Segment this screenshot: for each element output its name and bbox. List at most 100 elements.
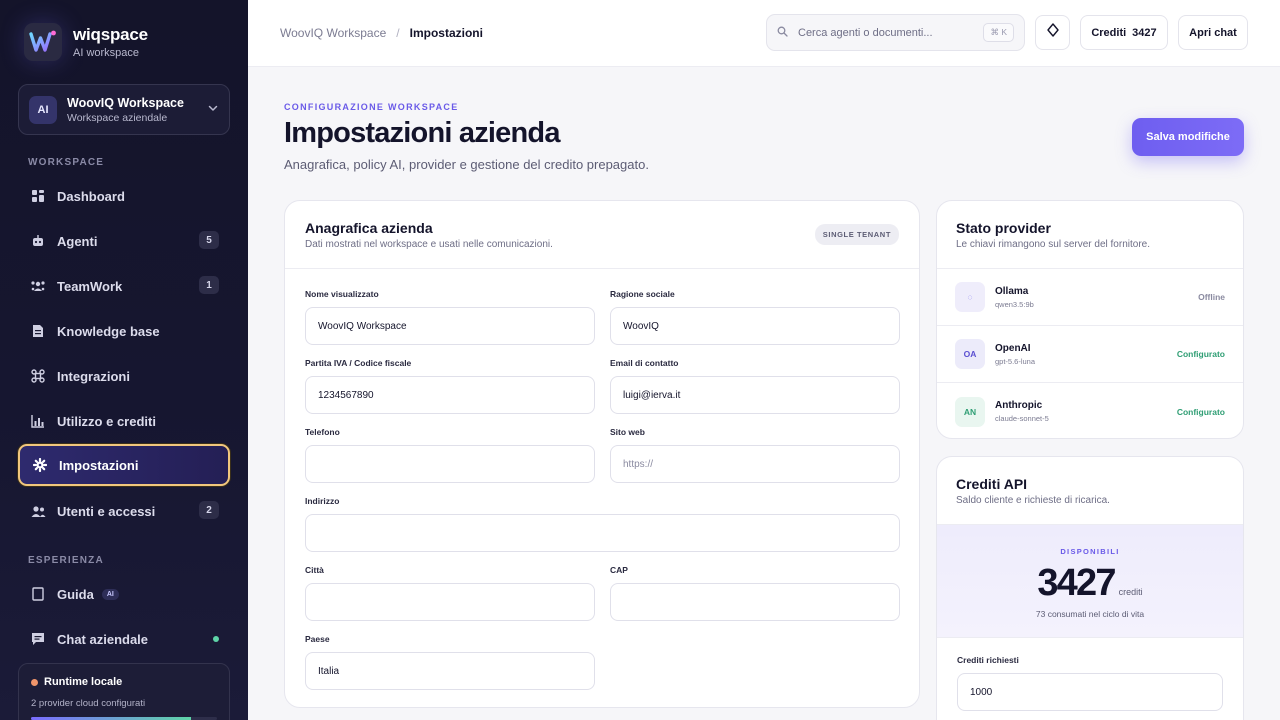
tenant-badge: SINGLE TENANT [814,224,899,245]
section-label-esperienza: ESPERIENZA [28,555,104,566]
credits-value: 3427 [1132,26,1157,39]
page-subtitle: Anagrafica, policy AI, provider e gestio… [284,157,649,172]
field-label: Email di contatto [610,358,679,368]
website-field: Sito web https:// [610,427,900,483]
sidebar-item-agenti[interactable]: Agenti 5 [18,220,230,262]
provider-row-anthropic[interactable]: AN Anthropic claude-sonnet-5 Configurato [937,383,1243,438]
sidebar-item-utenti-accessi[interactable]: Utenti e accessi 2 [18,490,230,532]
sidebar-item-utilizzo-crediti[interactable]: Utilizzo e crediti [18,400,230,442]
dashboard-icon [30,188,46,204]
openai-icon: OA [955,339,985,369]
chevron-down-icon [207,101,219,119]
breadcrumb-current: Impostazioni [409,26,483,40]
ai-pill-badge: AI [101,588,119,600]
brand-subtitle: AI workspace [73,47,140,59]
runtime-title: Runtime locale [44,676,123,688]
provider-row-openai[interactable]: OA OpenAI gpt-5.6-luna Configurato [937,326,1243,383]
ollama-icon: ◌ [955,282,985,312]
card-title: Stato provider [956,220,1051,236]
provider-status-card: Stato provider Le chiavi rimangono sul s… [936,200,1244,439]
breadcrumb: WoovIQ Workspace / Impostazioni [280,26,483,40]
breadcrumb-workspace-link[interactable]: WoovIQ Workspace [280,26,386,40]
document-icon [30,323,46,339]
country-input[interactable]: Italia [305,652,595,690]
credits-request-input[interactable]: 1000 [957,673,1223,711]
field-label: Paese [305,634,330,644]
vat-input[interactable]: 1234567890 [305,376,595,414]
field-label: Ragione sociale [610,289,675,299]
field-label: Sito web [610,427,645,437]
provider-name: Ollama [995,285,1029,297]
city-input[interactable] [305,583,595,621]
runtime-subtitle: 2 provider cloud configurati [31,698,146,709]
breadcrumb-separator: / [396,26,400,40]
field-label: Indirizzo [305,496,340,506]
legal-name-field: Ragione sociale WoovIQ [610,289,900,345]
legal-name-input[interactable]: WoovIQ [610,307,900,345]
workspace-name: WoovIQ Workspace [67,95,184,110]
sidebar-item-impostazioni[interactable]: Impostazioni [18,444,230,486]
city-field: Città [305,565,595,621]
section-label-workspace: WORKSPACE [28,157,105,168]
theme-toggle-button[interactable] [1035,15,1070,50]
card-subtitle: Dati mostrati nel workspace e usati nell… [305,239,553,250]
provider-name: Anthropic [995,400,1043,411]
credits-balance-value: 3427 [1037,562,1116,604]
sidebar-item-dashboard[interactable]: Dashboard [18,175,230,217]
zip-field: CAP [610,565,900,621]
sidebar-item-teamwork[interactable]: TeamWork 1 [18,265,230,307]
field-label: Nome visualizzato [305,289,379,299]
open-chat-button[interactable]: Apri chat [1178,15,1248,50]
sidebar-item-label: Impostazioni [59,457,139,473]
card-title: Anagrafica azienda [305,220,433,236]
field-label: Crediti richiesti [957,655,1019,665]
robot-icon [30,233,46,249]
save-button[interactable]: Salva modifiche [1132,118,1244,156]
provider-row-ollama[interactable]: ◌ Ollama qwen3.5:9b Offline [937,269,1243,326]
zip-input[interactable] [610,583,900,621]
sidebar-item-label: Utilizzo e crediti [57,413,156,429]
sidebar-item-label: Guida [57,586,94,602]
diamond-icon [1046,23,1059,42]
runtime-status-card[interactable]: Runtime locale 2 provider cloud configur… [18,663,230,720]
sidebar-item-label: TeamWork [57,278,123,294]
credits-label: Crediti [1091,26,1127,39]
phone-input[interactable] [305,445,595,483]
sidebar-item-chat-aziendale[interactable]: Chat aziendale [18,618,230,660]
field-label: Telefono [305,427,340,437]
page-eyebrow: CONFIGURAZIONE WORKSPACE [284,102,459,112]
field-label: CAP [610,565,628,575]
field-label: Partita IVA / Codice fiscale [305,358,412,368]
credits-button[interactable]: Crediti 3427 [1080,15,1168,50]
users-icon [30,503,46,519]
credits-request-field: Crediti richiesti 1000 [957,655,1223,711]
sidebar-item-integrazioni[interactable]: Integrazioni [18,355,230,397]
sidebar-item-label: Utenti e accessi [57,503,156,519]
workspace-type: Workspace aziendale [67,111,168,124]
sidebar-item-guida[interactable]: Guida AI [18,573,230,615]
credits-eyebrow: DISPONIBILI [1060,547,1120,556]
provider-model: gpt-5.6-luna [995,356,1036,366]
sidebar-item-knowledge-base[interactable]: Knowledge base [18,310,230,352]
website-input[interactable]: https:// [610,445,900,483]
count-badge: 5 [199,231,219,249]
team-icon [30,278,46,294]
provider-status: Configurato [1176,406,1225,417]
brand[interactable]: wiqspace AI workspace [24,23,148,61]
topbar: WoovIQ Workspace / Impostazioni Cerca ag… [248,0,1280,67]
provider-model: claude-sonnet-5 [995,414,1049,423]
search-input[interactable]: Cerca agenti o documenti... ⌘ K [766,14,1025,51]
card-subtitle: Saldo cliente e richieste di ricarica. [956,495,1110,506]
online-status-dot [213,636,219,642]
chat-icon [30,631,46,647]
sidebar-item-label: Integrazioni [57,368,130,384]
search-placeholder: Cerca agenti o documenti... [798,26,933,39]
sidebar: wiqspace AI workspace AI WoovIQ Workspac… [0,0,248,720]
address-input[interactable] [305,514,900,552]
address-field: Indirizzo [305,496,900,552]
email-input[interactable]: luigi@ierva.it [610,376,900,414]
phone-field: Telefono [305,427,595,483]
workspace-switcher[interactable]: AI WoovIQ Workspace Workspace aziendale [18,84,230,135]
card-subtitle: Le chiavi rimangono sul server del forni… [956,239,1150,250]
display-name-input[interactable]: WoovIQ Workspace [305,307,595,345]
